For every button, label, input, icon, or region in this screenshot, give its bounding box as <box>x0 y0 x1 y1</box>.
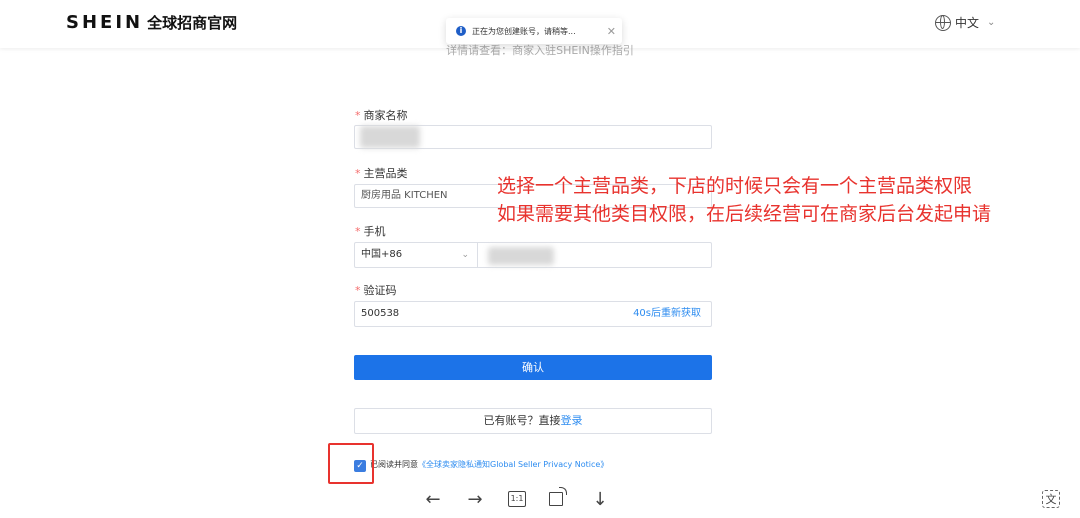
translate-icon[interactable]: 文 <box>1042 490 1060 508</box>
resend-code-link[interactable]: 40s后重新获取 <box>633 302 701 326</box>
main-category-label: * 主营品类 <box>355 167 408 180</box>
info-icon: i <box>456 26 466 36</box>
confirm-button[interactable]: 确认 <box>354 355 712 380</box>
have-account-text: 已有账号？直接 <box>483 414 561 427</box>
phone-label: * 手机 <box>355 225 386 238</box>
shein-logo[interactable]: SHEIN 全球招商官网 <box>66 12 237 33</box>
download-icon[interactable]: ↓ <box>588 489 612 511</box>
country-code-select[interactable]: 中国+86 ⌄ <box>354 242 478 268</box>
rotate-icon[interactable] <box>549 487 567 506</box>
verification-code-value: 500538 <box>361 308 400 319</box>
annotation-line-1: 选择一个主营品类，下店的时候只会有一个主营品类权限 <box>497 175 973 197</box>
agree-text: 已阅读并同意《全球卖家隐私通知Global Seller Privacy Not… <box>370 460 609 469</box>
previous-arrow-icon[interactable]: ← <box>421 489 445 511</box>
toast-message: 正在为您创建账号，请稍等... <box>472 26 576 36</box>
code-label: * 验证码 <box>355 284 397 297</box>
image-viewer-toolbar <box>0 484 1080 518</box>
next-arrow-icon[interactable]: → <box>463 489 487 511</box>
logo-brand: SHEIN <box>66 12 144 33</box>
annotation-highlight-box <box>328 443 374 484</box>
annotation-line-2: 如果需要其他类目权限，在后续经营可在商家后台发起申请 <box>497 203 992 225</box>
have-account-box: 已有账号？直接登录 <box>354 408 712 434</box>
merchant-name-label: * 商家名称 <box>355 109 408 122</box>
globe-icon <box>935 14 951 31</box>
actual-size-button[interactable]: 1:1 <box>508 491 526 507</box>
redacted-merchant-name <box>360 126 420 148</box>
country-code-value: 中国+86 <box>361 249 403 260</box>
logo-subtitle: 全球招商官网 <box>147 14 238 32</box>
redacted-phone <box>488 247 554 265</box>
close-icon[interactable]: ✕ <box>607 25 616 38</box>
chevron-down-icon: ⌄ <box>987 17 996 28</box>
verification-code-input[interactable]: 500538 40s后重新获取 <box>354 301 712 327</box>
language-label: 中文 <box>955 16 980 30</box>
chevron-down-icon: ⌄ <box>461 250 469 260</box>
privacy-notice-link[interactable]: 《全球卖家隐私通知Global Seller Privacy Notice》 <box>418 460 608 469</box>
guide-hint-text: 详情请查看：商家入驻SHEIN操作指引 <box>446 44 634 56</box>
login-link[interactable]: 登录 <box>561 414 583 427</box>
language-selector[interactable]: 中文 ⌄ <box>935 14 995 31</box>
creating-account-toast: i 正在为您创建账号，请稍等... ✕ <box>446 18 622 44</box>
